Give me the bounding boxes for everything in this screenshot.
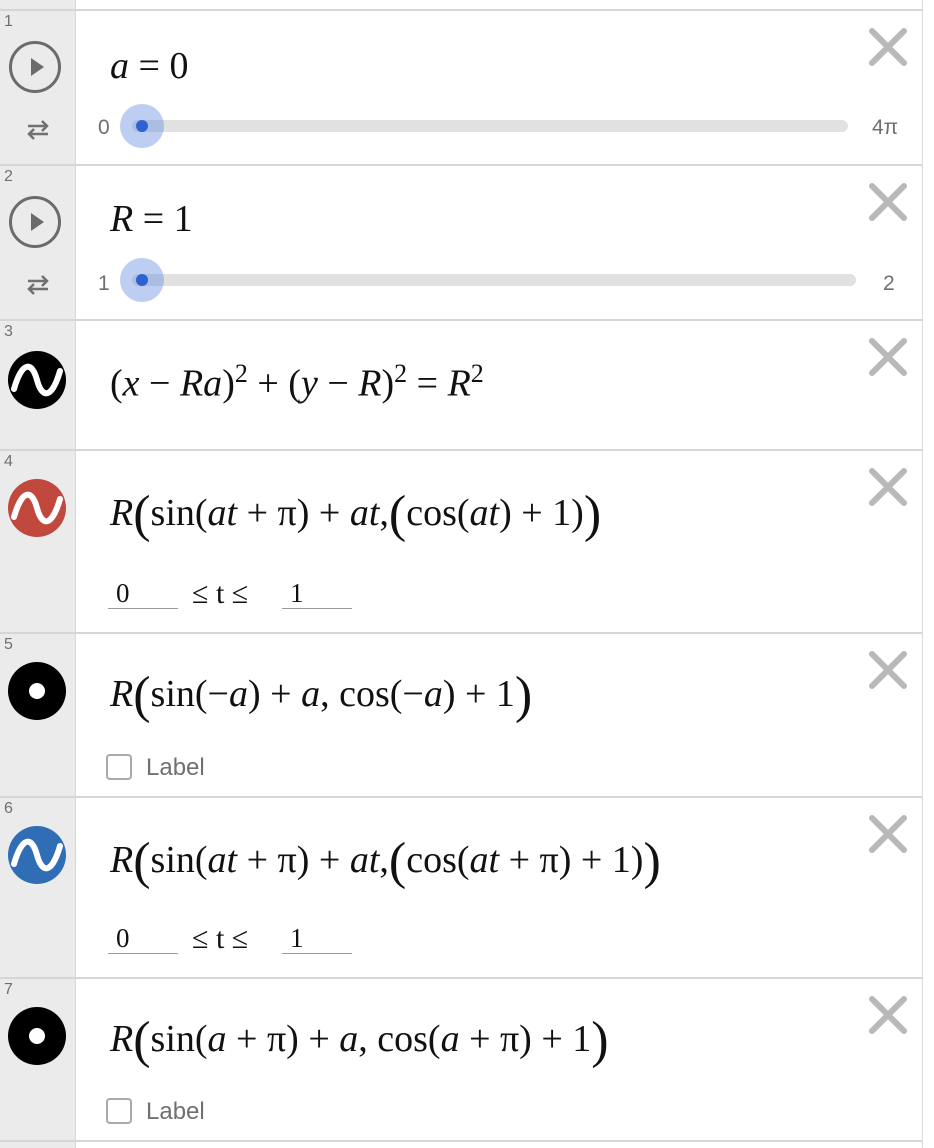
algebra-row-1[interactable]: 1 a = 0 0 4π — [0, 11, 922, 164]
panel-edge — [922, 0, 923, 1148]
slider-definition[interactable]: R = 1 — [110, 197, 193, 241]
row-number: 6 — [4, 800, 13, 817]
curve-red-icon[interactable] — [8, 479, 66, 537]
row-number: 4 — [4, 453, 13, 470]
row-number: 2 — [4, 168, 13, 185]
slider-max-label: 4π — [872, 116, 899, 139]
slider-thumb-dot — [136, 274, 148, 286]
close-icon[interactable] — [866, 648, 910, 692]
algebra-row-6[interactable]: 6 R(sin(at + π) + at,(cos(at + π) + 1)) … — [0, 798, 922, 977]
algebra-row-4[interactable]: 4 R(sin(at + π) + at,(cos(at) + 1)) ≤ t … — [0, 451, 922, 632]
algebra-row-5[interactable]: 5 R(sin(−a) + a, cos(−a) + 1) Label — [0, 634, 922, 796]
slider-track[interactable] — [132, 120, 848, 132]
close-icon[interactable] — [866, 812, 910, 856]
algebra-row-2[interactable]: 2 R = 1 1 2 — [0, 166, 922, 319]
curve-blue-icon[interactable] — [8, 826, 66, 884]
row-separator — [0, 1140, 922, 1142]
label-checkbox-text: Label — [146, 1098, 205, 1125]
play-icon[interactable] — [9, 41, 61, 93]
close-icon[interactable] — [866, 180, 910, 224]
label-checkbox[interactable] — [106, 1098, 132, 1124]
curve-expression[interactable]: R(sin(at + π) + at,(cos(at + π) + 1)) — [110, 836, 661, 888]
slider-track[interactable] — [132, 274, 856, 286]
close-icon[interactable] — [866, 465, 910, 509]
point-icon[interactable] — [8, 662, 66, 720]
param-inequality: ≤ t ≤ — [192, 577, 249, 610]
param-end-input[interactable] — [282, 579, 352, 609]
circle-equation[interactable]: (x − Ra)2 + (y − R)2 = R2 — [110, 359, 484, 406]
param-start-input[interactable] — [108, 579, 178, 609]
close-icon[interactable] — [866, 25, 910, 69]
repeat-icon[interactable] — [24, 117, 52, 141]
param-inequality: ≤ t ≤ — [192, 922, 249, 955]
point-icon[interactable] — [8, 1007, 66, 1065]
param-start-input[interactable] — [108, 924, 178, 954]
row-number: 1 — [4, 13, 13, 30]
algebra-row-3[interactable]: 3 (x − Ra)2 + (y − R)2 = R2 — [0, 321, 922, 449]
play-icon[interactable] — [9, 196, 61, 248]
repeat-icon[interactable] — [24, 272, 52, 296]
curve-black-icon[interactable] — [8, 351, 66, 409]
close-icon[interactable] — [866, 335, 910, 379]
label-checkbox[interactable] — [106, 754, 132, 780]
curve-expression[interactable]: R(sin(at + π) + at,(cos(at) + 1)) — [110, 489, 601, 541]
row-number: 7 — [4, 981, 13, 998]
slider-thumb-dot — [136, 120, 148, 132]
slider-definition[interactable]: a = 0 — [110, 44, 188, 88]
algebra-row-7[interactable]: 7 R(sin(a + π) + a, cos(a + π) + 1) Labe… — [0, 979, 922, 1140]
param-end-input[interactable] — [282, 924, 352, 954]
label-checkbox-text: Label — [146, 754, 205, 781]
slider-max-label: 2 — [883, 272, 895, 295]
slider-min-label: 1 — [98, 272, 110, 295]
close-icon[interactable] — [866, 993, 910, 1037]
slider-min-label: 0 — [98, 116, 110, 139]
point-expression[interactable]: R(sin(a + π) + a, cos(a + π) + 1) — [110, 1015, 609, 1067]
row-number: 3 — [4, 323, 13, 340]
point-expression[interactable]: R(sin(−a) + a, cos(−a) + 1) — [110, 670, 532, 722]
row-number: 5 — [4, 636, 13, 653]
